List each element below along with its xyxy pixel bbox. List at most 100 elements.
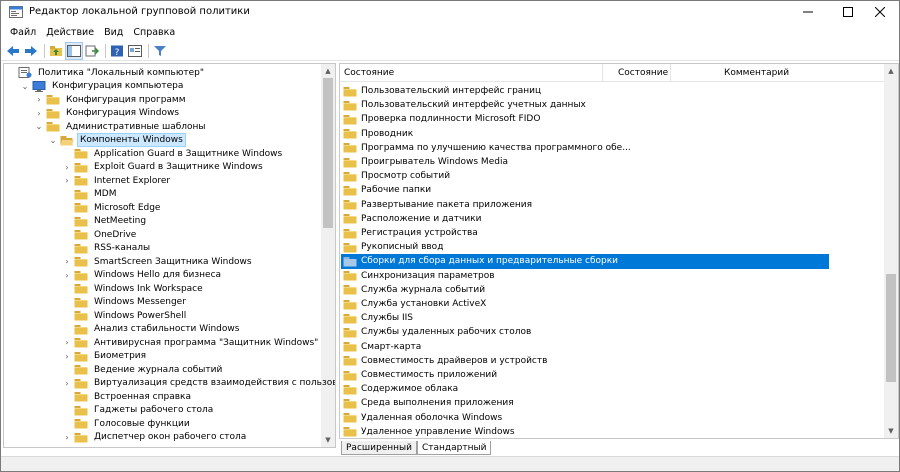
list-item[interactable]: Служба установки ActiveX <box>341 297 829 311</box>
list-item[interactable]: Просмотр событий <box>341 169 829 183</box>
list-vertical-scrollbar[interactable]: ▲ ▼ <box>884 64 898 438</box>
properties-button[interactable] <box>127 43 143 59</box>
console-tree-button[interactable] <box>65 41 83 60</box>
menu-view[interactable]: Вид <box>99 27 128 38</box>
tree-item[interactable]: RSS-каналы <box>62 242 152 256</box>
collapse-arrow-icon[interactable]: ⌄ <box>48 135 58 145</box>
tree-item[interactable]: Гаджеты рабочего стола <box>62 404 215 418</box>
tree-item[interactable]: › Антивирусная программа "Защитник Window… <box>62 336 320 350</box>
column-state[interactable]: Состояние <box>618 64 668 82</box>
list-item[interactable]: Службы удаленных рабочих столов <box>341 325 829 339</box>
expand-arrow-icon[interactable]: › <box>62 176 72 186</box>
list-item[interactable]: Развертывание пакета приложения <box>341 198 829 212</box>
list-item[interactable]: Совместимость драйверов и устройств <box>341 354 829 368</box>
view-tabs: Расширенный Стандартный <box>341 441 492 455</box>
tree-item[interactable]: Application Guard в Защитнике Windows <box>62 147 284 161</box>
tree-item[interactable]: MDM <box>62 188 118 202</box>
scroll-up-arrow[interactable]: ▲ <box>884 64 898 78</box>
tree-item[interactable]: Политика "Локальный компьютер" <box>6 66 206 80</box>
console-tree[interactable]: ▲ ▼ Политика "Локальный компьютер" ⌄ Конфи… <box>3 63 336 448</box>
menu-help[interactable]: Справка <box>128 27 180 38</box>
list-item[interactable]: Удаленная оболочка Windows <box>341 411 829 425</box>
list-item[interactable]: Службы IIS <box>341 311 829 325</box>
help-button[interactable]: ? <box>109 43 125 59</box>
tree-item[interactable]: › Биометрия <box>62 350 148 364</box>
tab-standard[interactable]: Стандартный <box>416 441 492 455</box>
tree-item[interactable]: ⌄ Компоненты Windows <box>48 133 186 148</box>
tree-item[interactable]: › Конфигурация Windows <box>34 107 181 121</box>
tree-item[interactable]: Windows PowerShell <box>62 309 188 323</box>
tree-item[interactable]: › Диспетчер окон рабочего стола <box>62 431 248 445</box>
scroll-down-arrow[interactable]: ▼ <box>321 433 335 447</box>
tree-item[interactable]: Windows Messenger <box>62 296 188 310</box>
tree-item[interactable]: ⌄ Конфигурация компьютера <box>20 80 185 94</box>
forward-button[interactable] <box>23 43 39 59</box>
tree-item[interactable]: › SmartScreen Защитника Windows <box>62 255 254 269</box>
tree-item[interactable]: › Exploit Guard в Защитнике Windows <box>62 161 265 175</box>
tree-item[interactable]: NetMeeting <box>62 215 148 229</box>
tree-item[interactable]: › Windows Hello для бизнеса <box>62 269 223 283</box>
details-list[interactable]: Состояние Состояние Комментарий ▲ ▼ Поль… <box>339 63 899 439</box>
list-item[interactable]: Служба журнала событий <box>341 283 829 297</box>
list-item[interactable]: Синхронизация параметров <box>341 269 829 283</box>
tree-item[interactable]: Microsoft Edge <box>62 201 162 215</box>
list-item[interactable]: Расположение и датчики <box>341 212 829 226</box>
expand-arrow-icon[interactable]: › <box>34 95 44 105</box>
folder-icon <box>74 176 88 186</box>
column-comment[interactable]: Комментарий <box>724 64 789 82</box>
tree-item[interactable]: › Конфигурация программ <box>34 93 188 107</box>
tree-item[interactable]: Голосовые функции <box>62 417 192 431</box>
list-item[interactable]: Рукописный ввод <box>341 240 829 254</box>
menu-action[interactable]: Действие <box>41 27 99 38</box>
list-item[interactable]: Удаленное управление Windows <box>341 425 829 438</box>
tree-scroll-thumb[interactable] <box>323 78 333 228</box>
expand-arrow-icon[interactable]: › <box>34 108 44 118</box>
tree-item[interactable]: Встроенная справка <box>62 390 193 404</box>
up-folder-button[interactable] <box>48 43 64 59</box>
list-scroll-thumb[interactable] <box>886 274 896 382</box>
tree-item[interactable]: ⌄ Административные шаблоны <box>34 120 208 134</box>
close-button[interactable] <box>857 1 900 23</box>
filter-button[interactable] <box>152 43 168 59</box>
collapse-arrow-icon[interactable]: ⌄ <box>20 81 30 91</box>
export-list-button[interactable] <box>84 43 100 59</box>
list-item[interactable]: Регистрация устройства <box>341 226 829 240</box>
tree-item[interactable]: Анализ стабильности Windows <box>62 323 241 337</box>
expand-arrow-icon[interactable]: › <box>62 432 72 442</box>
list-item-label: Содержимое облака <box>361 384 459 395</box>
tree-item[interactable]: OneDrive <box>62 228 138 242</box>
list-item[interactable]: Пользовательский интерфейс учетных данны… <box>341 98 829 112</box>
column-setting[interactable]: Состояние <box>344 64 394 82</box>
expand-arrow-icon[interactable]: › <box>62 257 72 267</box>
list-item[interactable]: Программа по улучшению качества программ… <box>341 141 829 155</box>
scroll-up-arrow[interactable]: ▲ <box>321 64 335 78</box>
list-item[interactable]: Среда выполнения приложения <box>341 396 829 410</box>
column-divider[interactable] <box>602 64 603 82</box>
list-item[interactable]: Пользовательский интерфейс границ <box>341 84 829 98</box>
list-item[interactable]: Рабочие папки <box>341 183 829 197</box>
expand-arrow-icon[interactable]: › <box>62 351 72 361</box>
tab-extended[interactable]: Расширенный <box>341 441 417 455</box>
expand-arrow-icon[interactable]: › <box>62 162 72 172</box>
back-button[interactable] <box>5 43 21 59</box>
collapse-arrow-icon[interactable]: ⌄ <box>34 122 44 132</box>
expand-arrow-icon[interactable]: › <box>62 338 72 348</box>
list-item[interactable]: Проверка подлинности Microsoft FIDO <box>341 112 829 126</box>
list-item[interactable]: Проигрыватель Windows Media <box>341 155 829 169</box>
list-item[interactable]: Смарт-карта <box>341 340 829 354</box>
list-item[interactable]: Содержимое облака <box>341 382 829 396</box>
list-item[interactable]: Сборки для сбора данных и предварительны… <box>341 254 829 269</box>
tree-item[interactable]: Ведение журнала событий <box>62 363 224 377</box>
expand-arrow-icon[interactable]: › <box>62 270 72 280</box>
tree-item[interactable]: › Виртуализация средств взаимодействия с … <box>62 377 335 391</box>
tree-item[interactable]: › Internet Explorer <box>62 174 172 188</box>
expand-arrow-icon[interactable]: › <box>62 378 72 388</box>
list-item[interactable]: Проводник <box>341 127 829 141</box>
column-divider[interactable] <box>670 64 671 82</box>
scroll-down-arrow[interactable]: ▼ <box>884 424 898 438</box>
tree-item-label: Windows Ink Workspace <box>94 283 203 294</box>
tree-item[interactable]: Windows Ink Workspace <box>62 282 205 296</box>
menu-file[interactable]: Файл <box>5 27 41 38</box>
list-item[interactable]: Совместимость приложений <box>341 368 829 382</box>
column-header: Состояние Состояние Комментарий <box>340 64 885 82</box>
